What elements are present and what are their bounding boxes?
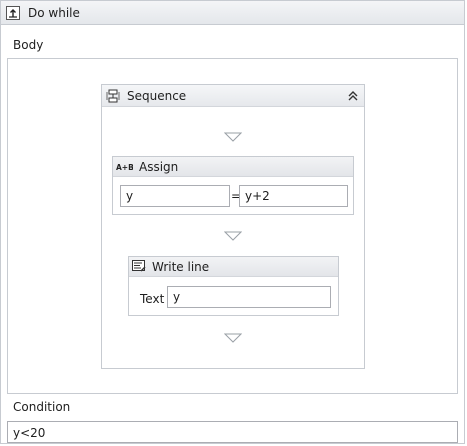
assign-activity[interactable]: A+B Assign y = y+2 (112, 156, 354, 215)
activity-title: Do while (28, 5, 80, 20)
write-line-header[interactable]: Write line (129, 257, 338, 277)
write-line-activity[interactable]: Write line Text y (128, 256, 339, 316)
activity-header[interactable]: Do while (1, 1, 464, 25)
sequence-header[interactable]: Sequence (102, 85, 364, 107)
condition-label: Condition (13, 400, 71, 414)
body-drop-area[interactable]: Sequence A+B Assign y = y+2 Write line T… (7, 58, 458, 394)
write-line-icon (132, 260, 146, 272)
do-while-activity[interactable]: Do while Body Sequence A+B Assign y = y+… (0, 0, 465, 444)
sequence-icon (106, 89, 120, 102)
collapse-chevrons-icon[interactable] (346, 89, 360, 103)
write-line-title: Write line (152, 259, 210, 274)
assign-to-field[interactable]: y (120, 185, 230, 207)
assign-title: Assign (139, 159, 179, 174)
assign-value-field[interactable]: y+2 (239, 185, 348, 207)
drop-target-arrow-icon[interactable] (224, 132, 242, 142)
do-while-icon (6, 5, 20, 20)
drop-target-arrow-icon[interactable] (224, 333, 242, 343)
drop-target-arrow-icon[interactable] (224, 231, 242, 241)
assign-icon: A+B (116, 163, 133, 172)
sequence-activity[interactable]: Sequence A+B Assign y = y+2 Write line T… (101, 84, 365, 369)
condition-input[interactable]: y<20 (7, 421, 458, 443)
body-label: Body (13, 38, 44, 52)
sequence-title: Sequence (127, 88, 187, 103)
text-field[interactable]: y (167, 286, 331, 308)
svg-text:A+B: A+B (116, 163, 133, 172)
text-label: Text (140, 292, 165, 306)
assign-header[interactable]: A+B Assign (113, 157, 353, 177)
